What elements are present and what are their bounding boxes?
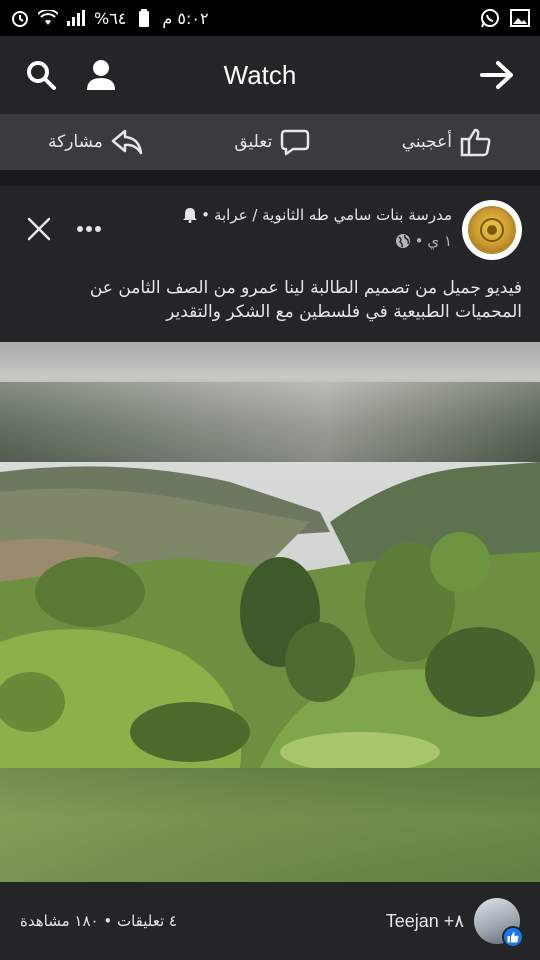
share-icon bbox=[111, 129, 143, 155]
reactions-summary[interactable]: Teejan +٨ bbox=[385, 882, 524, 960]
post-text-line: المحميات الطبيعية في فلسطين مع الشكر وال… bbox=[166, 302, 522, 322]
bell-icon bbox=[183, 208, 198, 223]
post-time: ١ ي bbox=[427, 232, 452, 250]
page-avatar[interactable] bbox=[462, 200, 522, 260]
like-badge bbox=[502, 926, 524, 948]
page-name[interactable]: مدرسة بنات سامي طه الثانوية / عرابة bbox=[214, 206, 452, 224]
battery-icon bbox=[134, 9, 154, 27]
video-blur-top bbox=[0, 342, 540, 462]
post-text-line: فيديو جميل من تصميم الطالبة لينا عمرو من… bbox=[89, 278, 522, 298]
status-right-group bbox=[480, 9, 530, 28]
gallery-icon bbox=[510, 9, 530, 27]
like-label: أعجبني bbox=[401, 132, 452, 152]
like-button[interactable]: أعجبني bbox=[402, 127, 492, 157]
status-bar: ٥:٠٢ م ٦٤% bbox=[0, 0, 540, 36]
comment-label: تعليق bbox=[234, 132, 273, 152]
signal-icon bbox=[66, 9, 86, 27]
school-logo bbox=[468, 206, 516, 254]
reactor-avatar bbox=[474, 898, 524, 948]
close-button[interactable] bbox=[24, 214, 54, 244]
person-icon bbox=[87, 60, 115, 90]
landscape-video-frame bbox=[0, 462, 540, 768]
video-player[interactable] bbox=[0, 342, 540, 882]
more-icon bbox=[77, 226, 101, 232]
post-stats[interactable]: ٤ تعليقات • ١٨٠ مشاهدة bbox=[20, 882, 177, 960]
back-button[interactable] bbox=[476, 54, 518, 96]
battery-level: ٦٤% bbox=[94, 8, 127, 28]
close-icon bbox=[27, 217, 51, 241]
post-text: فيديو جميل من تصميم الطالبة لينا عمرو من… bbox=[14, 276, 522, 324]
arrow-right-icon bbox=[480, 61, 513, 89]
thumbs-up-icon bbox=[460, 128, 491, 157]
reactors-text: Teejan +٨ bbox=[385, 910, 464, 931]
like-badge-icon bbox=[507, 932, 519, 943]
share-button[interactable]: مشاركة bbox=[48, 128, 143, 156]
post-header: مدرسة بنات سامي طه الثانوية / عرابة • ١ … bbox=[0, 186, 540, 342]
wifi-icon bbox=[38, 9, 58, 27]
alarm-icon bbox=[10, 9, 30, 27]
separator-dot: • bbox=[414, 232, 424, 250]
post-meta: ١ ي • bbox=[395, 232, 452, 250]
post-footer: ٤ تعليقات • ١٨٠ مشاهدة Teejan +٨ bbox=[0, 882, 540, 960]
video-blur-bottom bbox=[0, 768, 540, 882]
share-label: مشاركة bbox=[48, 132, 103, 152]
actions-bar: أعجبني تعليق مشاركة bbox=[0, 114, 540, 170]
status-left-group: ٥:٠٢ م ٦٤% bbox=[10, 9, 209, 28]
page-title: Watch bbox=[223, 59, 297, 90]
separator-dot: • bbox=[201, 206, 210, 224]
profile-button[interactable] bbox=[80, 54, 122, 96]
whatsapp-icon bbox=[480, 9, 500, 28]
page-name-row[interactable]: مدرسة بنات سامي طه الثانوية / عرابة • bbox=[183, 206, 452, 224]
comment-icon bbox=[280, 129, 310, 156]
status-time: ٥:٠٢ م bbox=[162, 8, 209, 28]
globe-icon bbox=[395, 234, 410, 248]
top-bar: Watch bbox=[0, 36, 540, 114]
comment-button[interactable]: تعليق bbox=[234, 128, 310, 156]
search-icon bbox=[27, 61, 56, 90]
search-button[interactable] bbox=[20, 54, 62, 96]
more-options-button[interactable] bbox=[74, 214, 104, 244]
